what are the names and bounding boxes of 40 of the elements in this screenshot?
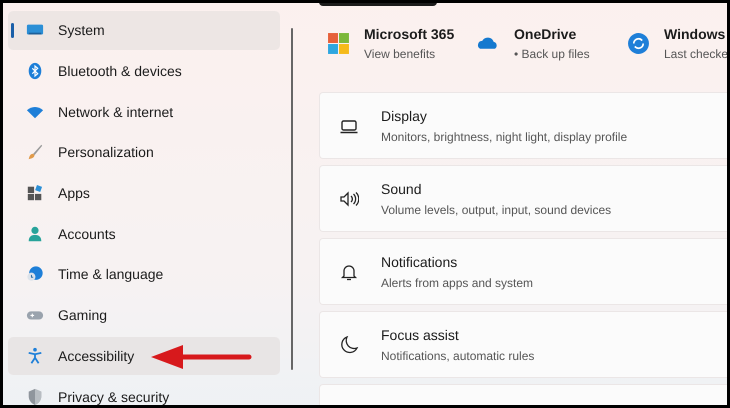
setting-description: Monitors, brightness, night light, display profile bbox=[381, 130, 628, 144]
nav-item[interactable]: Accessibility bbox=[8, 336, 280, 376]
nav-item[interactable]: Network & internet bbox=[8, 92, 280, 132]
globe-clock-icon bbox=[26, 265, 44, 284]
moon-icon bbox=[339, 334, 359, 354]
settings-card[interactable]: Display Monitors, brightness, night light, display profile bbox=[319, 92, 727, 159]
setting-description: Notifications, automatic rules bbox=[381, 348, 534, 362]
settings-card[interactable]: Sound Volume levels, output, input, sound devices bbox=[319, 165, 727, 232]
nav-item[interactable]: Accounts bbox=[8, 214, 280, 254]
apps-icon bbox=[26, 184, 44, 202]
nav-item[interactable]: System bbox=[8, 11, 280, 50]
brush-icon bbox=[26, 143, 44, 162]
four-squares-icon bbox=[327, 32, 350, 54]
setting-title: Focus assist bbox=[381, 326, 460, 342]
accessibility-icon bbox=[26, 346, 44, 365]
nav-item[interactable]: Time & language bbox=[8, 255, 280, 294]
nav-item[interactable]: Apps bbox=[8, 174, 280, 212]
setting-title: Notifications bbox=[381, 254, 458, 270]
nav-item[interactable]: Personalization bbox=[8, 133, 280, 172]
nav-item[interactable]: Privacy & security bbox=[8, 377, 280, 405]
nav-item[interactable]: Bluetooth & devices bbox=[8, 52, 280, 90]
link-title: Windows bbox=[664, 26, 726, 42]
settings-card[interactable]: Notifications Alerts from apps and system bbox=[319, 238, 727, 305]
quick-link[interactable]: Microsoft 365 View benefits bbox=[327, 26, 477, 60]
person-icon bbox=[26, 224, 44, 243]
shield-icon bbox=[26, 388, 44, 405]
setting-title: Sound bbox=[381, 180, 422, 196]
scrollbar[interactable] bbox=[291, 28, 293, 370]
settings-card[interactable]: Focus assist Notifications, automatic rules bbox=[319, 311, 727, 378]
setting-title: Display bbox=[381, 108, 428, 124]
link-title: OneDrive bbox=[514, 26, 578, 42]
link-title: Microsoft 365 bbox=[364, 26, 454, 42]
link-subtitle: • Back up files bbox=[514, 46, 590, 60]
refresh-icon bbox=[627, 32, 650, 54]
nav-item[interactable]: Gaming bbox=[8, 296, 280, 334]
quick-link[interactable]: OneDrive • Back up files bbox=[477, 26, 627, 60]
setting-description: Volume levels, output, input, sound devices bbox=[381, 202, 612, 216]
setting-description: Alerts from apps and system bbox=[381, 276, 534, 290]
link-subtitle: View benefits bbox=[364, 46, 436, 60]
bluetooth-icon bbox=[26, 62, 44, 80]
